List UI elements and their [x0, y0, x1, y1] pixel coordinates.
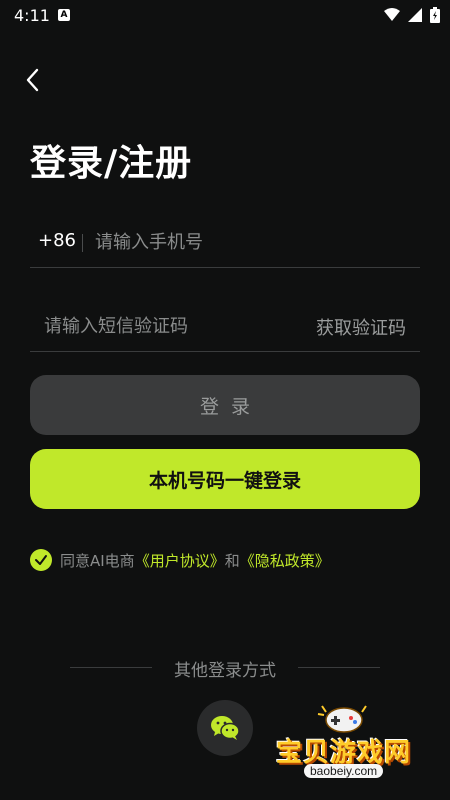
wechat-login-button[interactable]	[197, 700, 253, 756]
watermark-url: baobeiy.com	[304, 764, 384, 778]
battery-icon	[430, 7, 440, 23]
phone-field: +86	[30, 218, 420, 268]
notification-icon: A	[58, 9, 70, 21]
other-login-label: 其他登录方式	[174, 661, 276, 681]
gamepad-mascot-icon	[317, 705, 367, 733]
agreement-prefix: 同意AI电商	[60, 551, 135, 570]
one-key-login-button[interactable]: 本机号码一键登录	[30, 449, 420, 509]
wifi-icon	[384, 8, 400, 21]
checkmark-icon	[35, 555, 47, 565]
status-bar: 4:11 A	[0, 0, 450, 32]
phone-input[interactable]	[95, 226, 395, 258]
page-title: 登录/注册	[30, 143, 193, 184]
status-time: 4:11	[14, 6, 50, 25]
wechat-icon	[211, 716, 240, 740]
login-button[interactable]: 登录	[30, 375, 420, 435]
watermark-logo: 宝贝游戏网 baobeiy.com	[268, 700, 428, 790]
signal-icon	[408, 8, 422, 22]
divider	[82, 234, 83, 252]
back-button[interactable]	[20, 66, 48, 94]
user-agreement-link[interactable]: 《用户协议》	[135, 550, 225, 571]
sms-code-input[interactable]	[44, 310, 294, 342]
chevron-left-icon	[26, 68, 39, 92]
get-code-button[interactable]: 获取验证码	[316, 314, 406, 340]
sms-code-field: 获取验证码	[30, 302, 420, 352]
divider-line-right	[298, 667, 380, 668]
privacy-policy-link[interactable]: 《隐私政策》	[240, 550, 330, 571]
login-screen: 4:11 A 登录/注册 +86 获取验证码 登录 本	[0, 0, 450, 800]
country-code-selector[interactable]: +86	[38, 230, 76, 251]
agreement-and: 和	[224, 551, 240, 570]
agreement-checkbox[interactable]	[30, 549, 52, 571]
other-login-divider: 其他登录方式	[70, 656, 380, 681]
agreement-row: 同意AI电商 《用户协议》 和 《隐私政策》	[30, 549, 330, 571]
status-icons	[384, 7, 440, 23]
